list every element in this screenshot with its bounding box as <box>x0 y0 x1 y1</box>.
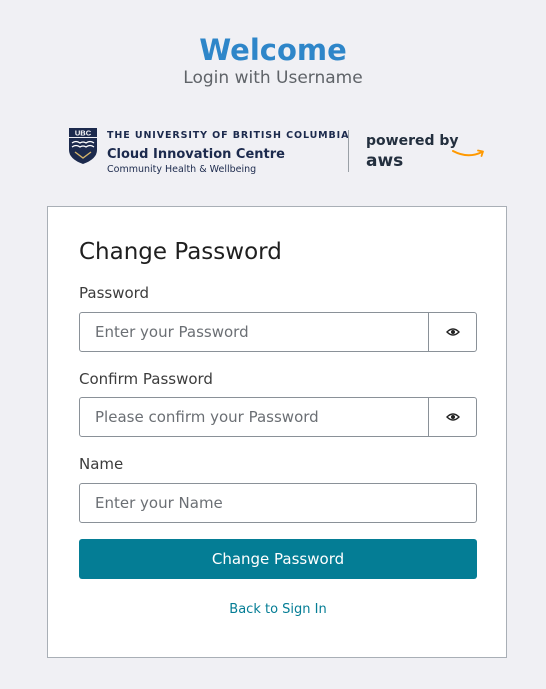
ubc-centre-focus: Community Health & Wellbeing <box>107 164 257 175</box>
card-title: Change Password <box>79 239 282 265</box>
password-field-group <box>79 312 477 352</box>
eye-icon <box>445 413 460 421</box>
eye-icon <box>445 328 460 336</box>
welcome-subtitle: Login with Username <box>183 68 363 88</box>
ubc-crest-icon: UBC <box>69 128 97 164</box>
change-password-button[interactable]: Change Password <box>79 539 477 579</box>
aws-wordmark: aws <box>366 151 404 171</box>
back-to-sign-in-link[interactable]: Back to Sign In <box>48 602 508 617</box>
aws-logo: powered by aws <box>366 131 496 172</box>
ubc-university-name: THE UNIVERSITY OF BRITISH COLUMBIA <box>107 130 350 141</box>
show-confirm-password-button[interactable] <box>428 397 477 437</box>
logo-divider <box>348 130 349 172</box>
show-password-button[interactable] <box>428 312 477 352</box>
password-label: Password <box>79 284 150 302</box>
ubc-badge-text: UBC <box>75 129 92 138</box>
confirm-password-field-group <box>79 397 477 437</box>
welcome-title: Welcome <box>199 33 347 67</box>
ubc-centre-name: Cloud Innovation Centre <box>107 147 285 162</box>
confirm-password-input[interactable] <box>79 397 429 437</box>
ubc-wordmark: THE UNIVERSITY OF BRITISH COLUMBIA Cloud… <box>107 130 349 176</box>
name-label: Name <box>79 455 124 473</box>
partner-logos: UBC THE UNIVERSITY OF BRITISH COLUMBIA C… <box>69 128 489 176</box>
powered-by-text: powered by <box>366 133 459 149</box>
name-input[interactable] <box>79 483 477 523</box>
change-password-card: Change Password Password Confirm Passwor… <box>47 206 507 658</box>
confirm-password-label: Confirm Password <box>79 370 213 388</box>
name-field-group <box>79 483 477 523</box>
page-header: Welcome Login with Username <box>0 32 546 90</box>
aws-smile-icon <box>452 149 484 157</box>
password-input[interactable] <box>79 312 429 352</box>
